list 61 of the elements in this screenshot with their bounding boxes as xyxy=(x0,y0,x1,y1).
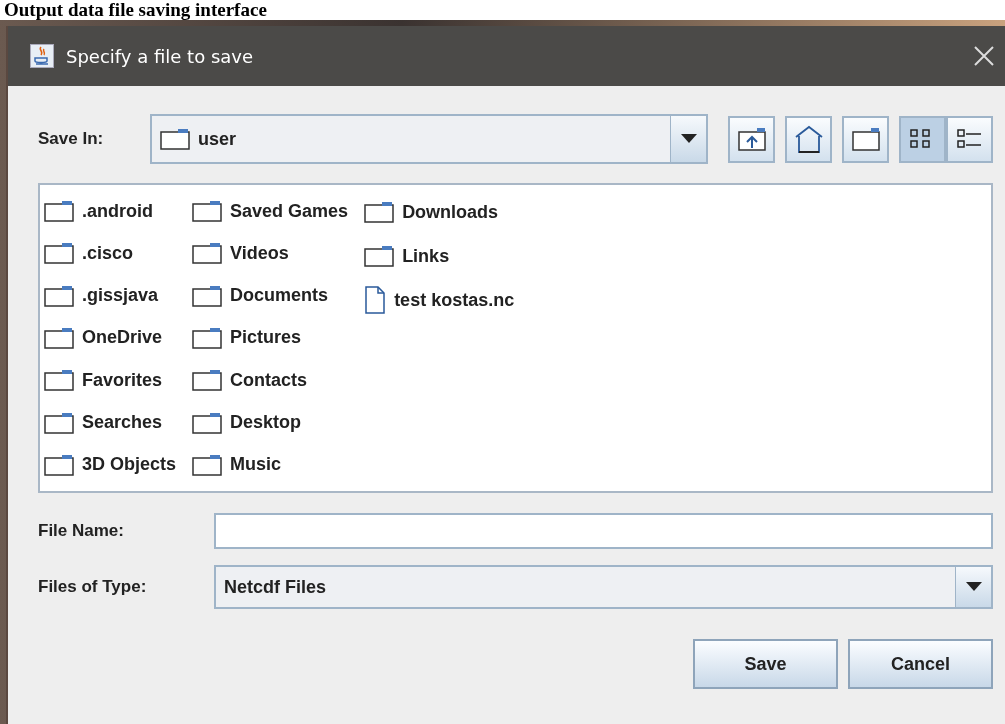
folder-item[interactable]: OneDrive xyxy=(82,327,163,349)
caret-icon xyxy=(680,134,697,144)
folder-icon xyxy=(44,453,74,476)
folder-item[interactable]: Favorites xyxy=(82,369,163,391)
folder-up-icon xyxy=(736,126,767,152)
folder-item[interactable]: Music xyxy=(230,454,282,476)
folder-icon xyxy=(192,411,223,434)
save-in-label: Save In: xyxy=(38,129,105,149)
folder-item[interactable]: .gissjava xyxy=(82,285,159,307)
folder-icon xyxy=(192,284,223,307)
file-type-value: Netcdf Files xyxy=(224,576,327,598)
view-toggle-button[interactable] xyxy=(946,115,993,163)
folder-icon xyxy=(850,127,881,151)
folder-icon xyxy=(44,284,74,307)
folder-icon xyxy=(192,369,223,392)
cancel-button[interactable]: Cancel xyxy=(848,639,993,689)
view-toggle-button[interactable] xyxy=(899,115,946,163)
save-button[interactable]: Save xyxy=(693,639,838,689)
folder-icon xyxy=(192,200,223,223)
folder-icon xyxy=(44,242,74,265)
folder-icon xyxy=(44,200,74,223)
folder-icon xyxy=(192,327,223,349)
toolbar-button[interactable] xyxy=(842,115,889,163)
file-item[interactable]: test kostas.nc xyxy=(394,289,515,311)
close-icon[interactable] xyxy=(973,45,995,67)
folder-item[interactable]: .android xyxy=(82,200,153,222)
folder-icon xyxy=(192,242,223,265)
toolbar-button[interactable] xyxy=(728,115,775,163)
folder-icon xyxy=(44,411,74,434)
folder-item[interactable]: Pictures xyxy=(230,327,302,349)
folder-item[interactable]: Videos xyxy=(230,242,289,264)
folder-item[interactable]: Searches xyxy=(82,412,163,434)
app-icon xyxy=(30,44,54,68)
file-type-label: Files of Type: xyxy=(38,577,148,597)
file-icon xyxy=(364,286,387,314)
file-name-label: File Name: xyxy=(38,521,125,541)
save-in-dropdown[interactable]: user xyxy=(150,114,708,164)
dropdown-button[interactable] xyxy=(670,116,706,162)
folder-item[interactable]: Contacts xyxy=(230,369,308,391)
folder-icon xyxy=(364,245,395,267)
folder-item[interactable]: 3D Objects xyxy=(82,454,177,476)
toolbar-button[interactable] xyxy=(785,115,832,163)
folder-icon xyxy=(44,327,74,349)
folder-item[interactable]: Links xyxy=(402,245,450,267)
folder-icon xyxy=(44,369,74,392)
dropdown-button[interactable] xyxy=(955,567,991,607)
details-view-icon xyxy=(956,128,983,150)
file-type-dropdown[interactable]: Netcdf Files xyxy=(214,565,993,609)
save-in-value: user xyxy=(198,128,237,150)
folder-item[interactable]: Saved Games xyxy=(230,200,349,222)
file-name-field[interactable] xyxy=(214,513,993,549)
folder-item[interactable]: .cisco xyxy=(82,242,134,264)
folder-item[interactable]: Desktop xyxy=(230,412,302,434)
caret-icon xyxy=(965,582,982,592)
folder-item[interactable]: Downloads xyxy=(402,201,499,223)
folder-item[interactable]: Documents xyxy=(230,285,329,307)
folder-icon xyxy=(160,128,190,150)
folder-icon xyxy=(364,201,395,223)
heading: Output data file saving interface xyxy=(3,0,268,20)
window-title: Specify a file to save xyxy=(66,45,255,67)
folder-icon xyxy=(192,453,223,476)
